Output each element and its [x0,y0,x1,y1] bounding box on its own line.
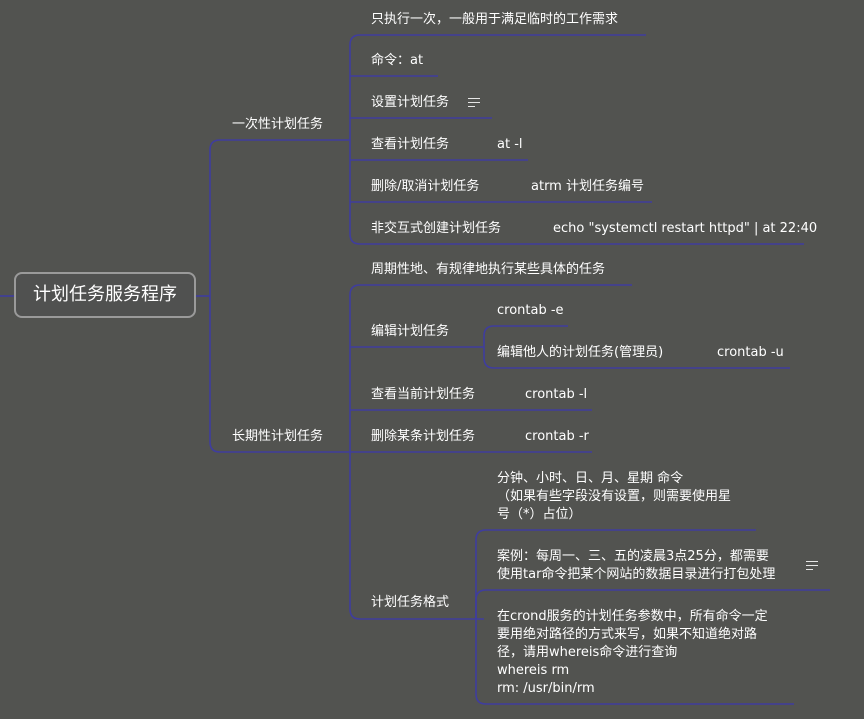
format-path-line: 径，请用whereis命令进行查询 [497,645,678,660]
format-path-node[interactable]: 在crond服务的计划任务参数中，所有命令一定 要用绝对路径的方式来写，如果不知… [497,608,797,698]
format-fields-node[interactable]: 分钟、小时、日、月、星期 命令 （如果有些字段没有设置，则需要使用星 号（*）占… [497,470,787,524]
once-del-node[interactable]: 删除/取消计划任务 [371,178,479,196]
periodic-view-node[interactable]: 查看当前计划任务 [371,386,475,404]
once-set-node[interactable]: 设置计划任务 [371,94,449,112]
once-desc-node[interactable]: 只执行一次，一般用于满足临时的工作需求 [371,11,618,29]
periodic-format-node[interactable]: 计划任务格式 [371,594,449,612]
once-view-cmd-node[interactable]: at -l [497,136,523,154]
once-cmd-node[interactable]: 命令：at [371,52,423,70]
once-del-cmd-node[interactable]: atrm 计划任务编号 [531,178,644,196]
periodic-desc-node[interactable]: 周期性地、有规律地执行某些具体的任务 [371,261,605,279]
format-example-line: 使用tar命令把某个网站的数据目录进行打包处理 [497,567,776,582]
periodic-del-cmd-node[interactable]: crontab -r [525,428,589,446]
once-nonint-node[interactable]: 非交互式创建计划任务 [371,220,501,238]
format-path-line: 在crond服务的计划任务参数中，所有命令一定 [497,609,768,624]
once-task-node[interactable]: 一次性计划任务 [232,116,323,134]
periodic-edit-node[interactable]: 编辑计划任务 [371,323,449,341]
periodic-edit-cmd-node[interactable]: crontab -e [497,302,564,320]
format-example-line: 案例：每周一、三、五的凌晨3点25分，都需要 [497,549,769,564]
format-example-node[interactable]: 案例：每周一、三、五的凌晨3点25分，都需要 使用tar命令把某个网站的数据目录… [497,548,807,584]
periodic-del-node[interactable]: 删除某条计划任务 [371,428,475,446]
format-path-line: rm: /usr/bin/rm [497,681,595,696]
format-fields-line: （如果有些字段没有设置，则需要使用星 [497,489,732,504]
format-fields-line: 号（*）占位） [497,507,582,522]
periodic-edit-other-cmd-node[interactable]: crontab -u [717,344,784,362]
once-nonint-cmd-node[interactable]: echo "systemctl restart httpd" | at 22:4… [553,220,817,238]
once-view-node[interactable]: 查看计划任务 [371,136,449,154]
note-icon[interactable] [806,561,818,571]
periodic-task-node[interactable]: 长期性计划任务 [232,428,323,446]
format-path-line: whereis rm [497,663,570,678]
periodic-edit-other-node[interactable]: 编辑他人的计划任务(管理员) [497,344,663,362]
root-node[interactable]: 计划任务服务程序 [14,272,196,318]
periodic-view-cmd-node[interactable]: crontab -l [525,386,587,404]
format-path-line: 要用绝对路径的方式来写，如果不知道绝对路 [497,627,758,642]
note-icon[interactable] [468,98,480,108]
format-fields-line: 分钟、小时、日、月、星期 命令 [497,471,684,486]
